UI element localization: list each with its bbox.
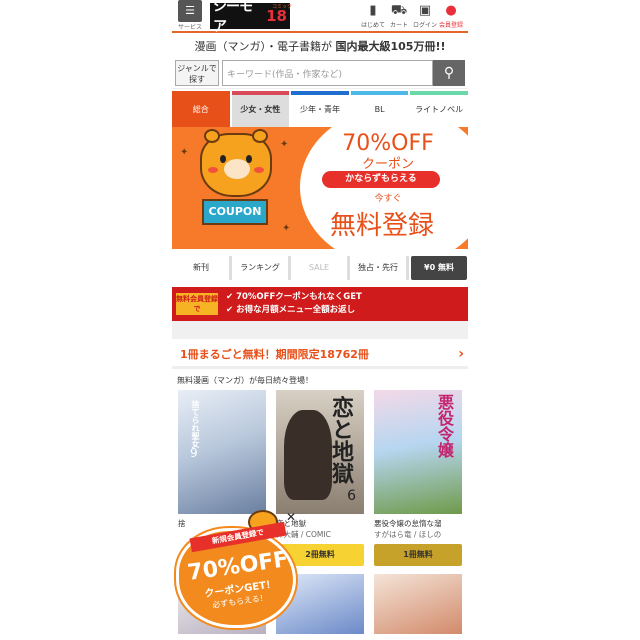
book-author: すがはら竜 / ほしの [374, 530, 442, 539]
nav-label: 会員登録 [438, 22, 463, 29]
search-button[interactable]: ⚲ [433, 59, 465, 86]
nav-register[interactable]: ● 会員登録 [438, 3, 464, 29]
menu-icon: ☰ [178, 0, 202, 22]
bear-cheek [254, 167, 264, 173]
nav-label: カート [389, 22, 408, 29]
free-books-link[interactable]: 1冊まるごと無料！期間限定18762冊 › [172, 341, 468, 369]
tab-light-novel[interactable]: ライトノベル [410, 91, 468, 127]
coupon-banner[interactable]: COUPON ✦ ✦ ✦ 70%OFF クーポン かならずもらえる 今すぐ 無料… [172, 127, 468, 249]
phone-viewport: ☰ サービス シーモア 18 コミック ▮ はじめて ⛟ カート ▣ ログイン … [172, 0, 468, 640]
floating-coupon-badge[interactable]: 新規会員登録で 70%OFF クーポンGET！ 必ずもらえる！ ✕ [176, 510, 296, 630]
search-input[interactable]: キーワード(作品・作家など) [222, 59, 433, 86]
bear-mascot [200, 129, 272, 197]
banner-guarantee: かならずもらえる [322, 171, 440, 188]
divider [172, 321, 468, 339]
benefit-badge: 無料会員登録で [176, 293, 218, 315]
subtab-exclusive[interactable]: 独占・先行 [350, 256, 409, 280]
subtab-new[interactable]: 新刊 [173, 256, 232, 280]
subtab-sale[interactable]: SALE [291, 256, 350, 280]
bear-cheek [208, 167, 218, 173]
free-books-text: 1冊まるごと無料！期間限定18762冊 [180, 347, 369, 361]
banner-free-register: 無料登録 [329, 211, 434, 241]
tagline-bold: 国内最大級105万冊!! [335, 40, 446, 53]
person-icon: ● [445, 3, 457, 18]
cover-title: 恋と地獄 [328, 396, 353, 484]
subtab-ranking[interactable]: ランキング [232, 256, 291, 280]
banner-now: 今すぐ [374, 194, 402, 204]
cover-title: 捨てられ聖女 [191, 400, 200, 448]
tab-bl[interactable]: BL [350, 91, 409, 127]
service-label: サービス [177, 24, 202, 31]
benefit-line: ✔ 70%OFFクーポンもれなくGET [226, 292, 362, 302]
logo-text: シーモア [213, 0, 253, 35]
bear-ear [204, 129, 220, 143]
cover-volume: 9 [190, 446, 198, 460]
book-icon: ▮ [369, 3, 377, 18]
book-cover[interactable] [374, 574, 462, 634]
member-benefit-banner[interactable]: 無料会員登録で ✔ 70%OFFクーポンもれなくGET ✔ お得な月額メニュー全… [172, 287, 468, 321]
close-icon[interactable]: ✕ [284, 510, 298, 524]
category-tabs: 総合 少女・女性 少年・青年 BL ライトノベル [172, 91, 468, 127]
sparkle-icon: ✦ [280, 139, 289, 150]
bear-eye [220, 155, 226, 163]
coupon-sign: COUPON [202, 199, 268, 225]
free-volumes-button[interactable]: 1冊無料 [374, 544, 462, 566]
cover-title: 悪役令嬢 [435, 394, 454, 458]
service-menu-button[interactable]: ☰ サービス [176, 0, 204, 31]
nav-label: はじめて [360, 22, 385, 29]
bear-snout [224, 159, 250, 179]
book-cover[interactable]: 恋と地獄 6 [276, 390, 364, 514]
chevron-right-icon: › [458, 345, 464, 362]
logo-small-text: コミック [272, 4, 293, 10]
benefit-lines: ✔ 70%OFFクーポンもれなくGET ✔ お得な月額メニュー全額お返し [226, 291, 362, 317]
banner-coupon-text: クーポン [361, 157, 414, 172]
benefit-line: ✔ お得な月額メニュー全額お返し [226, 305, 356, 315]
nav-cart[interactable]: ⛟ カート [386, 3, 412, 29]
lock-icon: ▣ [418, 3, 432, 18]
tab-shojo[interactable]: 少女・女性 [231, 91, 290, 127]
sub-tabs: 新刊 ランキング SALE 独占・先行 ¥0 無料 [172, 253, 468, 283]
cart-icon: ⛟ [390, 3, 408, 18]
subtab-free[interactable]: ¥0 無料 [411, 256, 467, 280]
nav-login[interactable]: ▣ ログイン [412, 3, 438, 29]
nav-label: ログイン [412, 22, 437, 29]
tagline: 漫画（マンガ）・電子書籍が 国内最大級105万冊!! [172, 33, 468, 57]
tab-shonen[interactable]: 少年・青年 [291, 91, 349, 127]
book-info: 悪役令嬢の怠惰な溜 すがはら竜 / ほしの [374, 518, 462, 542]
book-cover[interactable]: 捨てられ聖女 9 [178, 390, 266, 514]
genre-search-button[interactable]: ジャンルで探す [175, 59, 219, 86]
book-item[interactable]: 悪役令嬢 悪役令嬢の怠惰な溜 すがはら竜 / ほしの 1冊無料 [374, 390, 462, 566]
book-cover[interactable]: 悪役令嬢 [374, 390, 462, 514]
header-nav: ▮ はじめて ⛟ カート ▣ ログイン ● 会員登録 [360, 3, 464, 29]
nav-first-time[interactable]: ▮ はじめて [360, 3, 386, 29]
site-header: ☰ サービス シーモア 18 コミック ▮ はじめて ⛟ カート ▣ ログイン … [172, 0, 468, 35]
search-icon: ⚲ [443, 64, 455, 81]
sparkle-icon: ✦ [282, 223, 291, 234]
bear-ear [252, 129, 268, 143]
tagline-text: 漫画（マンガ）・電子書籍が [194, 40, 333, 53]
tab-general[interactable]: 総合 [172, 91, 230, 127]
sparkle-icon: ✦ [180, 147, 189, 158]
cover-volume: 6 [347, 488, 356, 504]
daily-free-caption: 無料漫画（マンガ）が毎日続々登場！ [177, 376, 313, 385]
search-bar: ジャンルで探す キーワード(作品・作家など) ⚲ [172, 57, 468, 89]
book-title: 悪役令嬢の怠惰な溜 [374, 519, 442, 528]
